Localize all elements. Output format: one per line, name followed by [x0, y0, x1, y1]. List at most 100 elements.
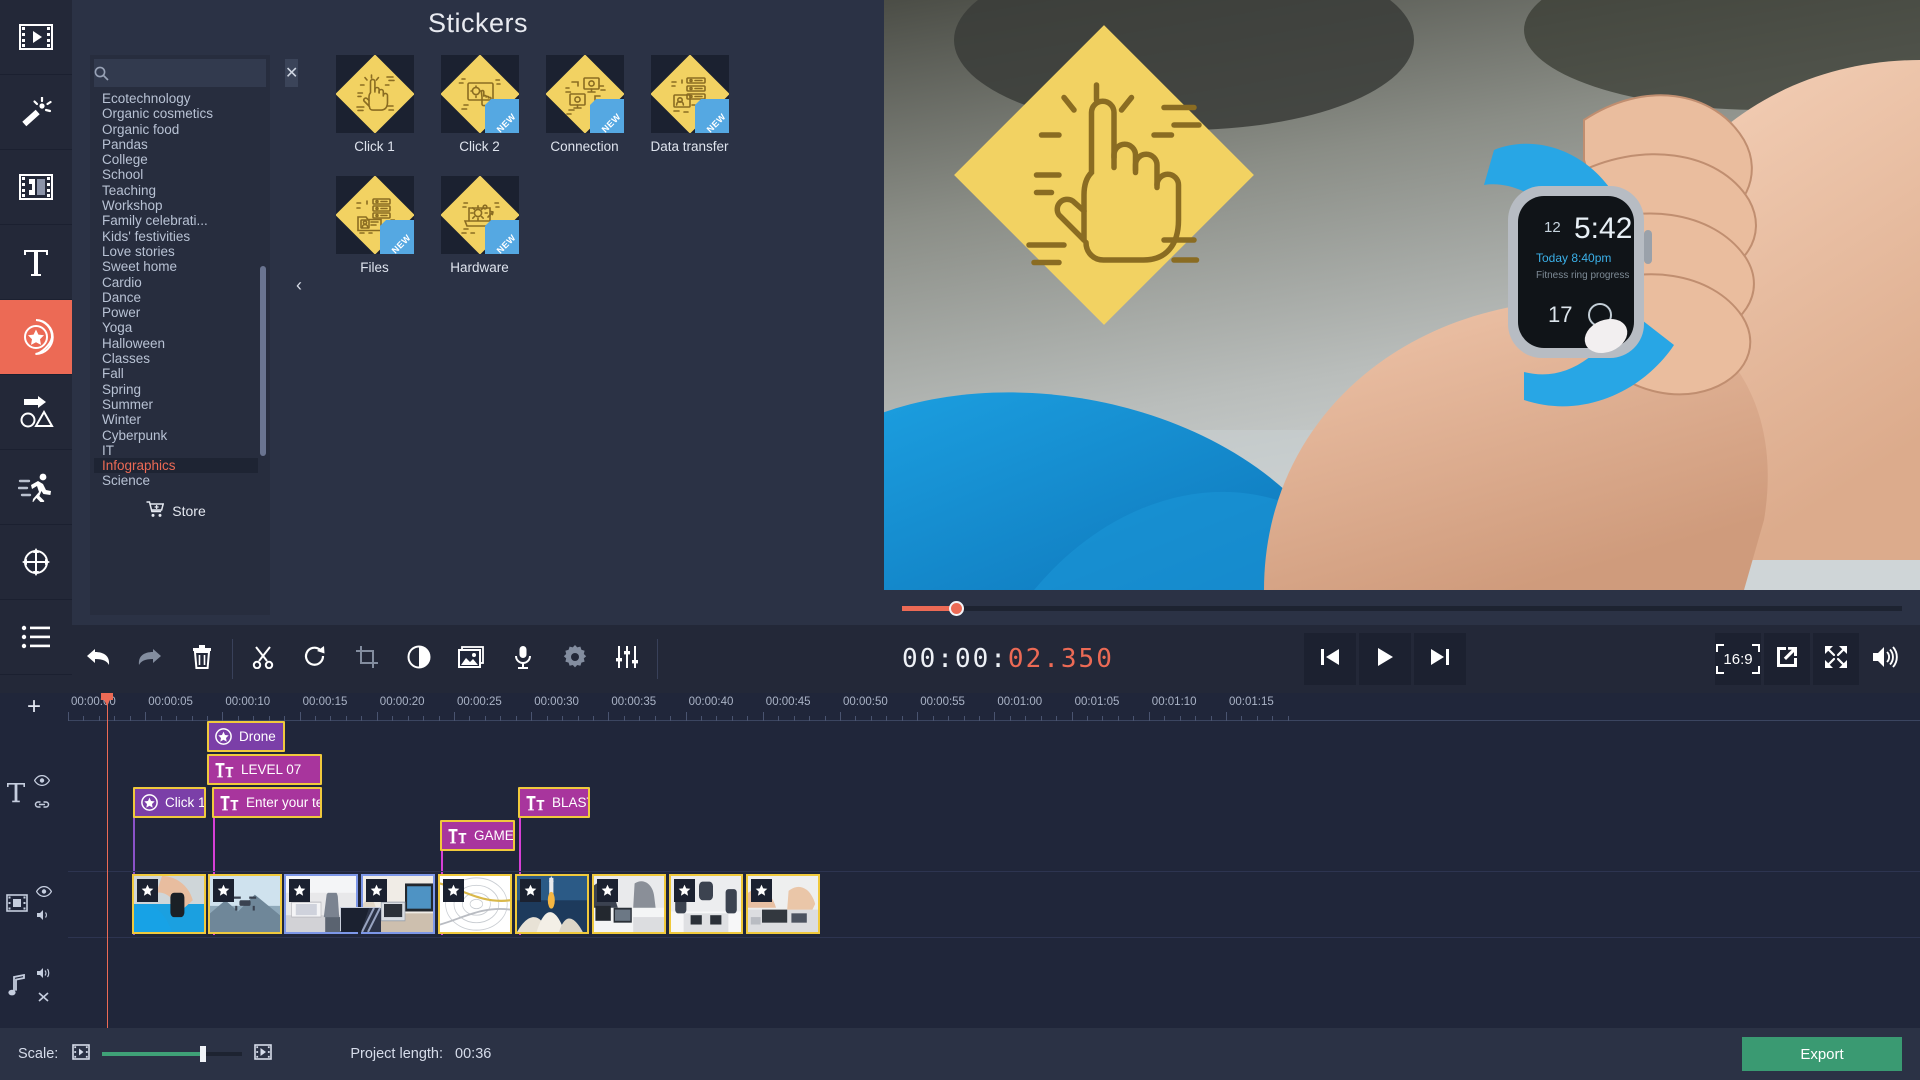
timeline-tracks[interactable]: Drone LEVEL 07 Click 1 Enter your te GAME O B…: [68, 721, 1920, 1028]
category-item[interactable]: Infographics: [94, 458, 258, 474]
category-item[interactable]: Science: [94, 473, 258, 486]
video-track[interactable]: [68, 874, 1920, 934]
redo-button[interactable]: [124, 625, 176, 693]
volume-button[interactable]: [1862, 633, 1908, 685]
category-item[interactable]: Organic food: [94, 122, 258, 137]
audio-track-head[interactable]: [8, 966, 76, 1008]
undo-button[interactable]: [72, 625, 124, 693]
current-timecode[interactable]: 00:00:02.350: [902, 644, 1114, 674]
sidebar-item-transitions[interactable]: [0, 150, 72, 225]
category-item[interactable]: Power: [94, 305, 258, 320]
seek-track[interactable]: [902, 600, 1902, 616]
prev-frame-button[interactable]: [1303, 633, 1356, 685]
search-input[interactable]: [109, 61, 285, 85]
speaker-icon[interactable]: [36, 908, 52, 926]
scrollbar-thumb[interactable]: [260, 266, 266, 456]
collapse-panel-button[interactable]: ‹: [290, 255, 308, 315]
category-item[interactable]: Spring: [94, 382, 258, 397]
video-clip-5[interactable]: [438, 874, 512, 934]
category-item[interactable]: Kids' festivities: [94, 229, 258, 244]
sidebar-item-pan-and-zoom[interactable]: [0, 525, 72, 600]
playhead[interactable]: [101, 693, 113, 1028]
favorite-star-icon[interactable]: [137, 879, 158, 902]
category-item[interactable]: Dance: [94, 290, 258, 305]
favorite-star-icon[interactable]: [597, 879, 618, 902]
eye-icon[interactable]: [35, 884, 53, 902]
category-item[interactable]: Ecotechnology: [94, 91, 258, 106]
next-frame-button[interactable]: [1413, 633, 1466, 685]
sticker-tile[interactable]: NEW Hardware: [427, 176, 532, 275]
add-track-button[interactable]: +: [0, 693, 68, 721]
video-clip-6[interactable]: [515, 874, 589, 934]
sidebar-item-stickers[interactable]: [0, 300, 72, 375]
eye-icon[interactable]: [33, 773, 51, 791]
favorite-star-icon[interactable]: [751, 879, 772, 902]
category-item[interactable]: Teaching: [94, 183, 258, 198]
sticker-tile[interactable]: NEW Files: [322, 176, 427, 275]
favorite-star-icon[interactable]: [213, 879, 234, 902]
category-item[interactable]: College: [94, 152, 258, 167]
sticker-thumbnail[interactable]: NEW: [335, 176, 414, 254]
sticker-thumbnail[interactable]: NEW: [440, 176, 519, 254]
category-item[interactable]: Workshop: [94, 198, 258, 213]
favorite-star-icon[interactable]: [674, 879, 695, 902]
link-icon[interactable]: [34, 797, 50, 815]
mute-icon[interactable]: [36, 990, 52, 1008]
zoom-out-icon[interactable]: [72, 1043, 91, 1065]
video-clip-8[interactable]: [669, 874, 743, 934]
fullscreen-button[interactable]: [1813, 633, 1859, 685]
scale-slider[interactable]: [102, 1046, 243, 1062]
favorite-star-icon[interactable]: [366, 879, 387, 902]
category-item[interactable]: Organic cosmetics: [94, 106, 258, 121]
sidebar-item-animation[interactable]: [0, 450, 72, 525]
category-item[interactable]: Halloween: [94, 336, 258, 351]
scale-slider-handle[interactable]: [200, 1046, 207, 1062]
category-item[interactable]: Summer: [94, 397, 258, 412]
favorite-star-icon[interactable]: [520, 879, 541, 902]
favorite-star-icon[interactable]: [289, 879, 310, 902]
sticker-tile[interactable]: NEW Click 2: [427, 55, 532, 154]
preview-sticker-overlay[interactable]: [954, 25, 1254, 325]
sticker-clip-click-1[interactable]: Click 1: [133, 787, 206, 818]
clear-search-button[interactable]: ✕: [285, 59, 299, 87]
aspect-ratio-button[interactable]: 16:9: [1715, 633, 1761, 685]
play-button[interactable]: [1358, 633, 1411, 685]
split-button[interactable]: [237, 625, 289, 693]
rotate-button[interactable]: [289, 625, 341, 693]
sticker-tile[interactable]: NEW Connection: [532, 55, 637, 154]
transition-marker[interactable]: [340, 907, 381, 933]
video-track-head[interactable]: [6, 884, 74, 926]
sticker-thumbnail[interactable]: [335, 55, 414, 133]
video-clip-7[interactable]: [592, 874, 666, 934]
title-clip-enter-text[interactable]: Enter your te: [212, 787, 322, 818]
seek-handle[interactable]: [949, 600, 964, 616]
category-item[interactable]: Love stories: [94, 244, 258, 259]
color-adjust-button[interactable]: [393, 625, 445, 693]
category-item[interactable]: School: [94, 167, 258, 182]
stabilization-button[interactable]: [445, 625, 497, 693]
category-item[interactable]: Fall: [94, 366, 258, 381]
category-item[interactable]: Family celebrati...: [94, 213, 258, 228]
category-item[interactable]: Classes: [94, 351, 258, 366]
speaker-icon[interactable]: [36, 966, 52, 984]
sticker-tile[interactable]: Click 1: [322, 55, 427, 154]
video-preview[interactable]: 12 5:42 Today 8:40pm Fitness ring progre…: [884, 0, 1920, 590]
sidebar-item-titles[interactable]: [0, 225, 72, 300]
sidebar-item-more-tools[interactable]: [0, 600, 72, 675]
favorite-star-icon[interactable]: [443, 879, 464, 902]
category-list[interactable]: Ecotechnology Organic cosmetics Organic fo…: [94, 91, 258, 486]
title-clip-blast[interactable]: BLAST-: [518, 787, 590, 818]
title-clip-game-over[interactable]: GAME O: [440, 820, 515, 851]
category-item[interactable]: IT: [94, 443, 258, 458]
preview-seek-bar[interactable]: [884, 597, 1920, 619]
video-clip-2[interactable]: [208, 874, 282, 934]
record-audio-button[interactable]: [497, 625, 549, 693]
video-clip-1[interactable]: [132, 874, 206, 934]
clip-properties-button[interactable]: [549, 625, 601, 693]
category-item[interactable]: Sweet home: [94, 259, 258, 274]
sidebar-item-callouts[interactable]: [0, 375, 72, 450]
detach-preview-button[interactable]: [1764, 633, 1810, 685]
title-clip-level-07[interactable]: LEVEL 07: [207, 754, 322, 785]
audio-mixer-button[interactable]: [601, 625, 653, 693]
sticker-tile[interactable]: NEW Data transfer: [637, 55, 742, 154]
